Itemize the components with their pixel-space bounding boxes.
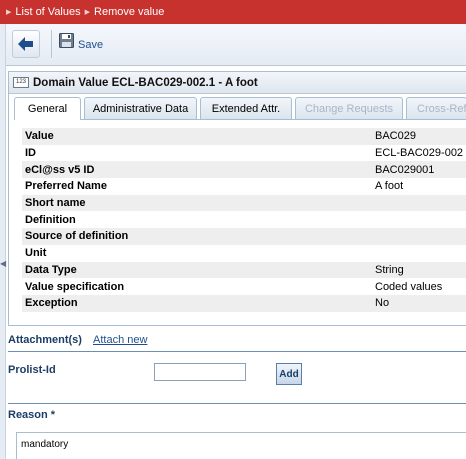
field-label: ID — [25, 147, 36, 160]
toolbar: Save — [6, 24, 466, 66]
field-row: Unit — [22, 244, 466, 262]
field-row: Value BAC029 — [22, 128, 466, 145]
attach-new-link[interactable]: Attach new — [93, 334, 147, 346]
field-value: Coded values — [375, 280, 443, 293]
field-value: ECL-BAC029-002 — [375, 147, 464, 160]
field-grid: Value BAC029 ID ECL-BAC029-002 eCl@ss v5 I… — [22, 128, 466, 312]
arrow-left-icon — [18, 37, 33, 51]
field-label: Source of definition — [25, 230, 129, 243]
section-divider — [8, 403, 466, 404]
field-row: ID ECL-BAC029-002 — [22, 144, 466, 162]
field-value: BAC029001 — [375, 163, 435, 176]
tab-underline — [14, 119, 466, 120]
field-row: Definition — [22, 211, 466, 229]
section-divider — [8, 351, 466, 352]
breadcrumb-bar: ▶ List of Values ▶ Remove value — [0, 0, 466, 24]
field-label: eCl@ss v5 ID — [25, 163, 95, 176]
field-row: Preferred Name A foot — [22, 178, 466, 195]
field-label: Value specification — [25, 280, 125, 293]
add-button[interactable]: Add — [276, 363, 302, 385]
field-label: Preferred Name — [25, 180, 107, 193]
field-row: Exception No — [22, 294, 466, 312]
field-label: Short name — [25, 197, 86, 210]
tab-general[interactable]: General — [14, 97, 81, 120]
back-button[interactable] — [12, 30, 40, 58]
prolist-id-label: Prolist-Id — [8, 364, 56, 376]
side-panel-strip — [0, 24, 6, 459]
breadcrumb-item: ▶ Remove value — [85, 6, 165, 18]
collapse-left-icon[interactable]: ◀ — [0, 258, 6, 270]
field-label: Definition — [25, 213, 76, 226]
tab-cross-references: Cross-Refe — [406, 97, 466, 119]
field-value: No — [375, 297, 390, 310]
field-row: Value specification Coded values — [22, 278, 466, 295]
reason-label: Reason * — [8, 409, 56, 421]
field-row: Short name — [22, 194, 466, 212]
save-button[interactable]: Save — [59, 33, 104, 51]
attachments-label: Attachment(s) — [8, 334, 82, 346]
floppy-disk-icon — [59, 33, 74, 48]
field-value: BAC029 — [375, 130, 416, 143]
field-label: Unit — [25, 247, 47, 260]
field-row: Source of definition — [22, 228, 466, 245]
save-label: Save — [78, 39, 104, 51]
breadcrumb-item[interactable]: ▶ List of Values — [6, 6, 81, 18]
field-label: Exception — [25, 297, 78, 310]
numeric-type-icon: 123 — [13, 77, 29, 88]
panel-title: Domain Value ECL-BAC029-002.1 - A foot — [33, 76, 258, 89]
breadcrumb-label: List of Values — [15, 6, 81, 18]
field-value: String — [375, 263, 404, 276]
breadcrumb-label: Remove value — [94, 6, 165, 18]
reason-textarea[interactable]: mandatory — [16, 432, 466, 459]
panel-header: 123 Domain Value ECL-BAC029-002.1 - A fo… — [9, 72, 466, 94]
tab-bar: General Administrative Data Extended Att… — [14, 97, 466, 120]
field-label: Data Type — [25, 263, 77, 276]
domain-value-panel: 123 Domain Value ECL-BAC029-002.1 - A fo… — [8, 71, 466, 326]
tab-administrative-data[interactable]: Administrative Data — [84, 97, 197, 119]
field-row: Data Type String — [22, 261, 466, 279]
tab-extended-attr[interactable]: Extended Attr. — [200, 97, 292, 119]
tab-change-requests: Change Requests — [295, 97, 403, 119]
breadcrumb-arrow-icon: ▶ — [6, 9, 12, 16]
toolbar-separator — [51, 30, 52, 58]
field-row: eCl@ss v5 ID BAC029001 — [22, 161, 466, 179]
field-label: Value — [25, 130, 54, 143]
field-value: A foot — [375, 180, 404, 193]
prolist-id-input[interactable] — [154, 363, 246, 381]
breadcrumb-arrow-icon: ▶ — [84, 9, 91, 16]
